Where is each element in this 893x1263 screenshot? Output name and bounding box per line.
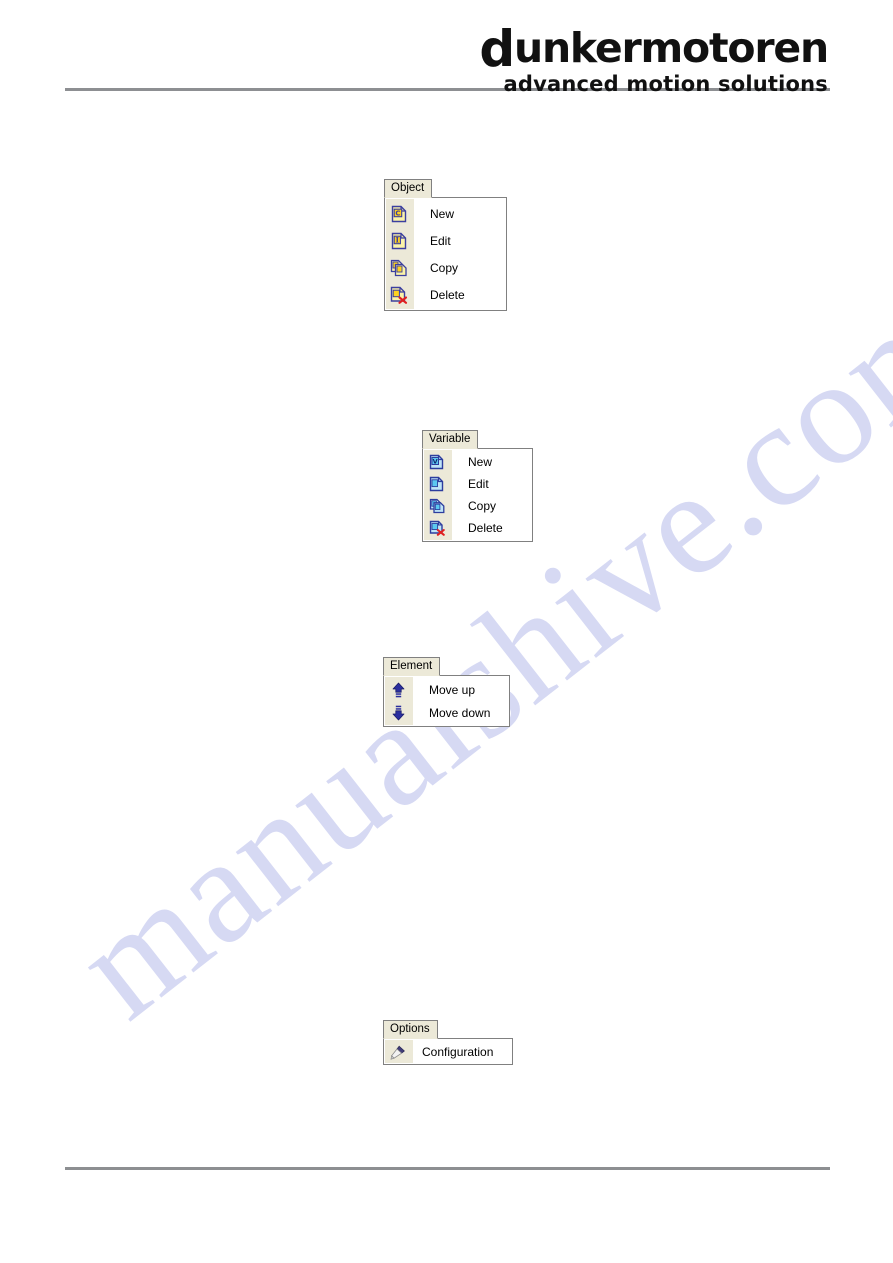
menu-item-variable-new[interactable]: V New (423, 451, 532, 473)
footer-divider (65, 1167, 830, 1170)
menu-item-label: Move up (429, 682, 476, 697)
svg-text:V: V (433, 457, 438, 465)
menu-item-label: Delete (468, 521, 503, 535)
menu-item-move-up[interactable]: Move up (384, 678, 509, 701)
new-variable-icon: V (423, 451, 451, 473)
delete-document-icon (385, 281, 413, 308)
menu-item-label: Delete (430, 287, 465, 302)
edit-document-icon: I (385, 227, 413, 254)
object-menu-body: C New I Edit Copy Delete (384, 197, 507, 311)
brand-name: dunkermotoren (479, 22, 829, 74)
menu-item-object-edit[interactable]: I Edit (385, 227, 506, 254)
menu-item-label: New (468, 455, 493, 469)
menu-item-label: Move down (429, 705, 491, 720)
menu-item-label: Copy (468, 499, 497, 513)
menu-item-label: Edit (430, 233, 451, 248)
copy-variables-icon (423, 495, 451, 517)
object-menu: Object C New I Edit Copy Delete (384, 178, 507, 311)
object-menu-title[interactable]: Object (384, 179, 433, 198)
menu-item-label: Edit (468, 477, 489, 491)
variable-menu-body: V New Edit Copy Delete (422, 448, 533, 542)
delete-variable-icon (423, 517, 451, 539)
company-logo: dunkermotoren advanced motion solutions (479, 22, 829, 96)
brand-logo-mark: d (479, 20, 515, 78)
menu-item-label: Configuration (422, 1044, 494, 1059)
svg-text:I: I (395, 235, 399, 244)
variable-menu-title[interactable]: Variable (422, 430, 479, 449)
element-menu: Element Move up Move down (383, 656, 510, 727)
menu-item-object-new[interactable]: C New (385, 200, 506, 227)
menu-item-variable-copy[interactable]: Copy (423, 495, 532, 517)
edit-variable-icon (423, 473, 451, 495)
menu-item-object-copy[interactable]: Copy (385, 254, 506, 281)
menu-item-variable-delete[interactable]: Delete (423, 517, 532, 539)
new-document-icon: C (385, 200, 413, 227)
element-menu-title[interactable]: Element (383, 657, 441, 676)
menu-item-label: Copy (430, 260, 459, 275)
options-menu-body: Configuration (383, 1038, 513, 1065)
copy-documents-icon (385, 254, 413, 281)
element-menu-body: Move up Move down (383, 675, 510, 727)
options-menu: Options Configuration (383, 1019, 513, 1065)
menu-item-configuration[interactable]: Configuration (384, 1041, 512, 1062)
variable-menu: Variable V New Edit Copy Delete (422, 429, 533, 542)
brand-name-text: unkermotoren (513, 24, 829, 72)
menu-item-variable-edit[interactable]: Edit (423, 473, 532, 495)
screwdriver-icon (384, 1041, 412, 1062)
options-menu-title[interactable]: Options (383, 1020, 438, 1039)
arrow-up-icon (384, 678, 412, 701)
menu-item-object-delete[interactable]: Delete (385, 281, 506, 308)
svg-text:C: C (395, 209, 400, 217)
watermark-text: manualshive.com (45, 251, 893, 1050)
brand-tagline: advanced motion solutions (503, 72, 828, 96)
menu-item-label: New (430, 206, 455, 221)
arrow-down-icon (384, 701, 412, 724)
menu-item-move-down[interactable]: Move down (384, 701, 509, 724)
